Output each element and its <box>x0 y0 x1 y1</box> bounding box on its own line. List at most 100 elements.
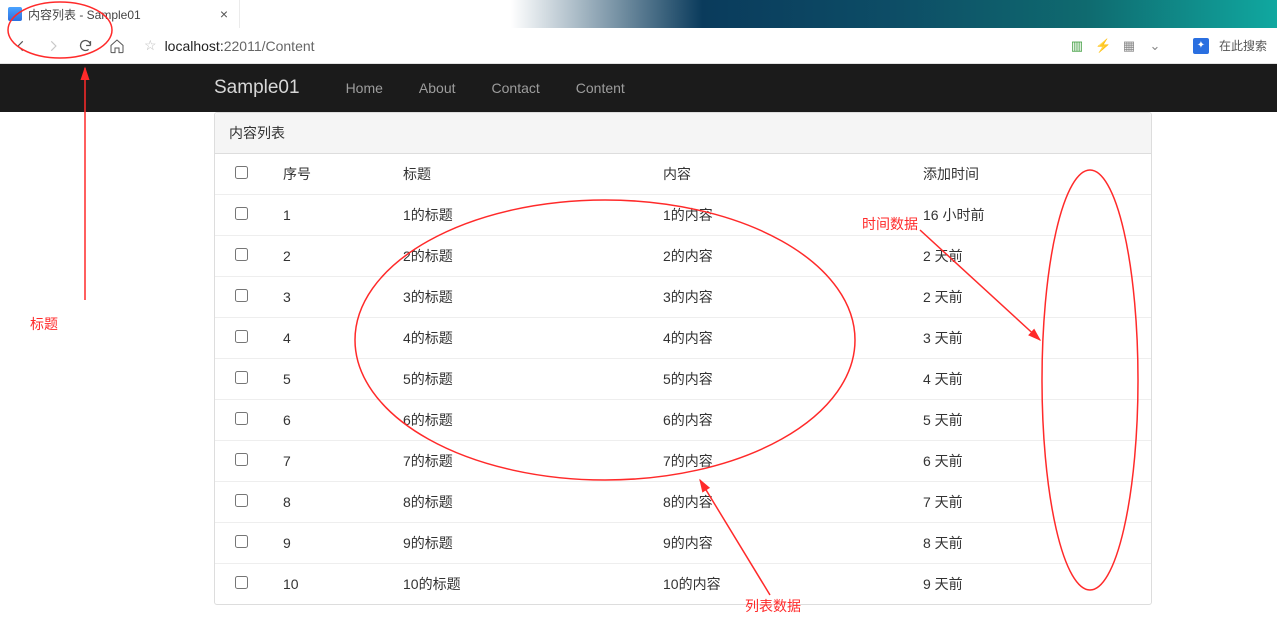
toolbar-right: ▥ ⚡ ▦ ⌄ ✦ 在此搜索 <box>1069 37 1267 54</box>
cell-index: 9 <box>275 523 395 564</box>
cell-time: 4 天前 <box>915 359 1151 400</box>
cell-index: 8 <box>275 482 395 523</box>
table-header-row: 序号 标题 内容 添加时间 <box>215 154 1151 195</box>
cell-title: 4的标题 <box>395 318 655 359</box>
address-bar[interactable]: ☆ localhost:22011/Content <box>138 33 1059 59</box>
back-button[interactable] <box>10 35 32 57</box>
cell-index: 1 <box>275 195 395 236</box>
close-tab-icon[interactable]: × <box>217 6 231 22</box>
chevron-down-icon[interactable]: ⌄ <box>1147 38 1163 54</box>
cell-content: 5的内容 <box>655 359 915 400</box>
panel-title: 内容列表 <box>215 113 1151 154</box>
flash-icon[interactable]: ⚡ <box>1095 38 1111 54</box>
table-row: 55的标题5的内容4 天前 <box>215 359 1151 400</box>
cell-time: 5 天前 <box>915 400 1151 441</box>
cell-time: 8 天前 <box>915 523 1151 564</box>
cell-title: 7的标题 <box>395 441 655 482</box>
book-icon[interactable]: ▥ <box>1069 38 1085 54</box>
favicon-icon <box>8 7 22 21</box>
row-checkbox[interactable] <box>235 371 248 384</box>
cell-title: 8的标题 <box>395 482 655 523</box>
cell-title: 9的标题 <box>395 523 655 564</box>
cell-content: 2的内容 <box>655 236 915 277</box>
row-checkbox[interactable] <box>235 412 248 425</box>
cell-time: 9 天前 <box>915 564 1151 605</box>
home-icon <box>109 38 125 54</box>
cell-content: 7的内容 <box>655 441 915 482</box>
url-path: 22011/Content <box>224 38 315 54</box>
cell-index: 3 <box>275 277 395 318</box>
browser-toolbar: ☆ localhost:22011/Content ▥ ⚡ ▦ ⌄ ✦ 在此搜索 <box>0 28 1277 64</box>
header-index: 序号 <box>275 154 395 195</box>
row-checkbox[interactable] <box>235 289 248 302</box>
search-engine-icon[interactable]: ✦ <box>1193 38 1209 54</box>
cell-title: 10的标题 <box>395 564 655 605</box>
header-checkbox[interactable] <box>235 166 248 179</box>
url-text: localhost:22011/Content <box>165 38 1053 54</box>
row-checkbox[interactable] <box>235 207 248 220</box>
header-content: 内容 <box>655 154 915 195</box>
table-row: 77的标题7的内容6 天前 <box>215 441 1151 482</box>
cell-time: 16 小时前 <box>915 195 1151 236</box>
table-row: 22的标题2的内容2 天前 <box>215 236 1151 277</box>
forward-button[interactable] <box>42 35 64 57</box>
cell-time: 2 天前 <box>915 236 1151 277</box>
nav-link-contact[interactable]: Contact <box>474 64 558 112</box>
cell-index: 2 <box>275 236 395 277</box>
nav-link-about[interactable]: About <box>401 64 474 112</box>
row-checkbox[interactable] <box>235 248 248 261</box>
cell-content: 6的内容 <box>655 400 915 441</box>
cell-content: 4的内容 <box>655 318 915 359</box>
cell-title: 3的标题 <box>395 277 655 318</box>
table-row: 88的标题8的内容7 天前 <box>215 482 1151 523</box>
browser-title-bar: 内容列表 - Sample01 × ＋ <box>0 0 1277 28</box>
header-title: 标题 <box>395 154 655 195</box>
reload-button[interactable] <box>74 35 96 57</box>
table-row: 99的标题9的内容8 天前 <box>215 523 1151 564</box>
cell-index: 6 <box>275 400 395 441</box>
cell-content: 8的内容 <box>655 482 915 523</box>
row-checkbox[interactable] <box>235 453 248 466</box>
row-checkbox[interactable] <box>235 494 248 507</box>
nav-link-content[interactable]: Content <box>558 64 643 112</box>
browser-tab[interactable]: 内容列表 - Sample01 × <box>0 0 240 28</box>
arrow-left-icon <box>14 39 28 53</box>
qr-icon[interactable]: ▦ <box>1121 38 1137 54</box>
table-row: 33的标题3的内容2 天前 <box>215 277 1151 318</box>
cell-index: 4 <box>275 318 395 359</box>
cell-content: 9的内容 <box>655 523 915 564</box>
row-checkbox[interactable] <box>235 330 248 343</box>
cell-time: 6 天前 <box>915 441 1151 482</box>
table-row: 44的标题4的内容3 天前 <box>215 318 1151 359</box>
cell-title: 6的标题 <box>395 400 655 441</box>
table-row: 11的标题1的内容16 小时前 <box>215 195 1151 236</box>
star-icon[interactable]: ☆ <box>144 37 157 54</box>
cell-content: 1的内容 <box>655 195 915 236</box>
search-placeholder[interactable]: 在此搜索 <box>1219 37 1267 54</box>
nav-link-home[interactable]: Home <box>328 64 401 112</box>
cell-content: 10的内容 <box>655 564 915 605</box>
arrow-right-icon <box>46 39 60 53</box>
cell-time: 3 天前 <box>915 318 1151 359</box>
home-button[interactable] <box>106 35 128 57</box>
url-host: localhost: <box>165 38 224 54</box>
row-checkbox[interactable] <box>235 535 248 548</box>
new-tab-button[interactable]: ＋ <box>240 0 268 28</box>
cell-content: 3的内容 <box>655 277 915 318</box>
cell-time: 2 天前 <box>915 277 1151 318</box>
content-table: 序号 标题 内容 添加时间 11的标题1的内容16 小时前22的标题2的内容2 … <box>215 154 1151 604</box>
cell-index: 7 <box>275 441 395 482</box>
content-panel: 内容列表 序号 标题 内容 添加时间 11的标题1的内容16 小时前22的标题2… <box>214 112 1152 605</box>
tab-title: 内容列表 - Sample01 <box>28 6 217 23</box>
brand-label[interactable]: Sample01 <box>214 77 300 99</box>
cell-index: 5 <box>275 359 395 400</box>
header-time: 添加时间 <box>915 154 1151 195</box>
cell-title: 5的标题 <box>395 359 655 400</box>
cell-index: 10 <box>275 564 395 605</box>
page-navbar: Sample01 Home About Contact Content <box>0 64 1277 112</box>
row-checkbox[interactable] <box>235 576 248 589</box>
table-row: 66的标题6的内容5 天前 <box>215 400 1151 441</box>
reload-icon <box>78 38 93 53</box>
table-row: 1010的标题10的内容9 天前 <box>215 564 1151 605</box>
cell-title: 1的标题 <box>395 195 655 236</box>
